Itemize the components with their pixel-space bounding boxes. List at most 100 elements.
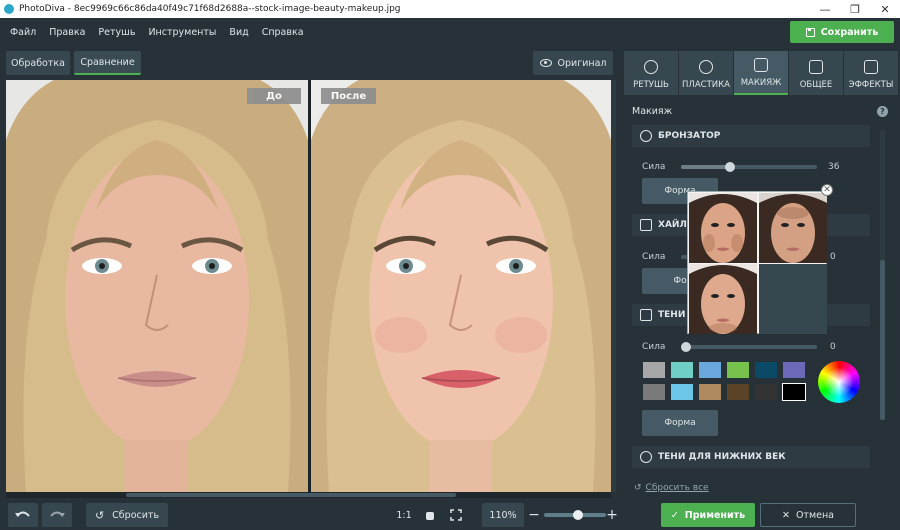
tab-makeup[interactable]: МАКИЯЖ <box>734 51 788 95</box>
redo-button[interactable] <box>42 503 72 527</box>
popup-close-icon[interactable]: ✕ <box>821 184 833 196</box>
after-photo: После <box>311 80 611 492</box>
shadows-strength-knob[interactable] <box>681 342 691 352</box>
form-option-1[interactable] <box>689 193 757 263</box>
tab-processing[interactable]: Обработка <box>6 51 70 75</box>
bronzer-icon <box>640 130 652 142</box>
apply-button[interactable]: ✓ Применить <box>661 503 755 527</box>
highlighter-icon <box>640 219 652 231</box>
color-picker-wheel[interactable] <box>818 361 860 403</box>
eye-icon <box>539 59 552 67</box>
before-photo: До <box>6 80 308 492</box>
tab-effects[interactable]: ЭФФЕКТЫ <box>844 51 898 95</box>
color-swatch[interactable] <box>726 361 750 379</box>
bronzer-strength-knob[interactable] <box>724 162 735 172</box>
bronzer-strength-slider[interactable] <box>681 162 817 172</box>
tab-general-label: ОБЩЕЕ <box>799 80 833 90</box>
plastic-icon <box>699 60 713 74</box>
form-face-1-image <box>689 194 757 263</box>
tab-plastic[interactable]: ПЛАСТИКА <box>679 51 733 95</box>
panel-scrollbar[interactable] <box>880 130 885 420</box>
form-option-empty <box>759 264 827 334</box>
shadows-form-button[interactable]: Форма <box>642 410 718 436</box>
effects-icon <box>864 60 878 74</box>
comparison-canvas[interactable]: До После <box>6 80 616 492</box>
shadows-strength-label: Сила <box>642 342 666 352</box>
check-icon: ✓ <box>670 509 679 521</box>
form-option-2[interactable] <box>759 193 827 263</box>
original-button[interactable]: Оригинал <box>533 51 613 75</box>
bronzer-strength-fill <box>681 165 730 169</box>
color-swatch[interactable] <box>782 361 806 379</box>
app-logo-icon <box>4 4 14 14</box>
tab-general[interactable]: ОБЩЕЕ <box>789 51 843 95</box>
help-icon[interactable]: ? <box>877 106 888 117</box>
retouch-icon <box>644 60 658 74</box>
canvas-horizontal-scrollbar[interactable] <box>6 492 611 498</box>
original-label: Оригинал <box>557 57 607 69</box>
reset-button[interactable]: ↺ Сбросить <box>86 503 168 527</box>
close-window-button[interactable]: ✕ <box>870 0 900 18</box>
maximize-button[interactable]: ❐ <box>840 0 870 18</box>
lower-shadows-icon <box>640 451 652 463</box>
form-face-3-image <box>689 265 757 334</box>
bronzer-strength-value: 36 <box>828 162 840 172</box>
highlighter-title: ХАЙЛ <box>658 220 687 230</box>
lower-shadows-title: ТЕНИ ДЛЯ НИЖНИХ ВЕК <box>658 452 786 462</box>
color-swatch[interactable] <box>670 383 694 401</box>
after-face-image <box>311 80 611 492</box>
menu-file[interactable]: Файл <box>10 27 36 38</box>
shadows-strength-slider[interactable] <box>681 342 817 352</box>
tab-effects-label: ЭФФЕКТЫ <box>848 80 894 90</box>
fit-screen-button[interactable] <box>448 503 464 527</box>
reset-all-link[interactable]: ↺ Сбросить все <box>634 483 709 493</box>
menu-view[interactable]: Вид <box>229 27 248 38</box>
panel-scrollbar-thumb[interactable] <box>880 260 885 420</box>
after-tag: После <box>321 88 376 104</box>
lower-shadows-section[interactable]: ТЕНИ ДЛЯ НИЖНИХ ВЕК <box>632 446 870 468</box>
sliders-icon <box>809 60 823 74</box>
tab-makeup-label: МАКИЯЖ <box>740 78 782 88</box>
hand-tool-icon[interactable] <box>422 503 438 527</box>
highlighter-strength-value: 0 <box>830 252 836 262</box>
zoom-slider[interactable] <box>544 510 606 520</box>
actual-size-button[interactable]: 1:1 <box>394 503 414 527</box>
window-title: PhotoDiva - 8ec9969c66c86da40f49c71f68d2… <box>19 4 401 14</box>
cancel-x-icon: ✕ <box>781 509 790 521</box>
zoom-value[interactable]: 110% <box>482 503 524 527</box>
color-swatch[interactable] <box>698 361 722 379</box>
menu-tools[interactable]: Инструменты <box>148 27 216 38</box>
undo-button[interactable] <box>8 503 38 527</box>
color-swatch[interactable] <box>782 383 806 401</box>
color-swatch[interactable] <box>642 383 666 401</box>
color-swatch[interactable] <box>698 383 722 401</box>
scrollbar-thumb[interactable] <box>126 493 456 497</box>
color-swatch[interactable] <box>726 383 750 401</box>
color-swatch[interactable] <box>642 361 666 379</box>
tab-retouch[interactable]: РЕТУШЬ <box>624 51 678 95</box>
redo-icon <box>50 511 65 517</box>
reset-all-label: Сбросить все <box>645 483 709 493</box>
minimize-button[interactable]: — <box>810 0 840 18</box>
shadows-strength-value: 0 <box>830 342 836 352</box>
cancel-button[interactable]: ✕ Отмена <box>760 503 856 527</box>
menu-help[interactable]: Справка <box>262 27 304 38</box>
tab-plastic-label: ПЛАСТИКА <box>682 80 730 90</box>
apply-label: Применить <box>684 509 746 521</box>
bronzer-section[interactable]: БРОНЗАТОР <box>632 125 870 147</box>
color-swatch[interactable] <box>670 361 694 379</box>
zoom-slider-knob[interactable] <box>573 510 584 520</box>
tab-comparison[interactable]: Сравнение <box>74 51 141 75</box>
hand-icon <box>426 512 434 520</box>
form-option-3[interactable] <box>689 264 757 334</box>
zoom-out-icon[interactable]: − <box>528 503 540 527</box>
undo-icon <box>15 511 30 517</box>
menu-bar: Файл Правка Ретушь Инструменты Вид Справ… <box>0 18 900 46</box>
color-swatch[interactable] <box>754 361 778 379</box>
save-button[interactable]: Сохранить <box>790 21 894 43</box>
canvas-vertical-scrollbar[interactable] <box>611 80 616 492</box>
color-swatch[interactable] <box>754 383 778 401</box>
zoom-in-icon[interactable]: + <box>606 503 618 527</box>
menu-retouch[interactable]: Ретушь <box>98 27 135 38</box>
menu-edit[interactable]: Правка <box>49 27 85 38</box>
